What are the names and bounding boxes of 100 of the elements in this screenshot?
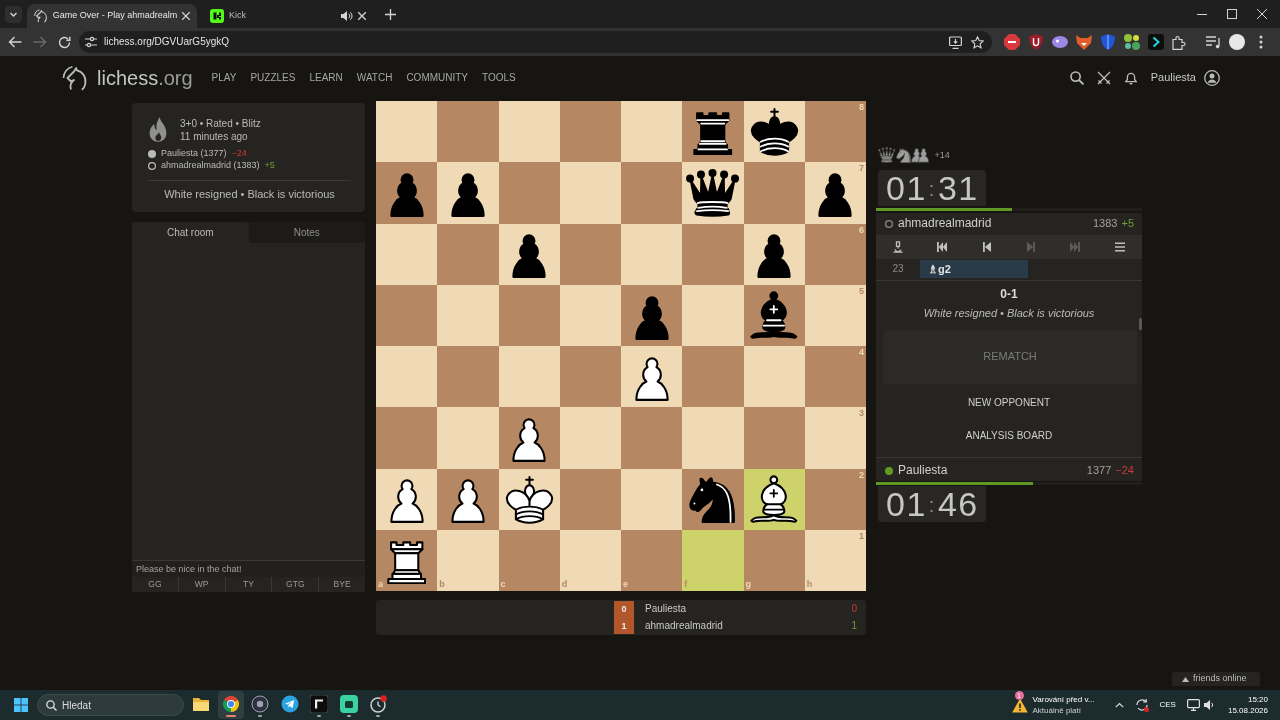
friends-online-button[interactable]: friends online bbox=[1172, 672, 1260, 686]
preset-message-button[interactable]: BYE bbox=[318, 577, 365, 592]
taskbar-app-button[interactable] bbox=[217, 691, 244, 719]
taskbar-search-field[interactable]: Hledat bbox=[37, 694, 184, 716]
close-icon[interactable] bbox=[358, 12, 366, 20]
player-link[interactable]: ahmadrealmadrid (1383) bbox=[161, 160, 260, 172]
star-icon[interactable] bbox=[971, 35, 984, 49]
step-back-icon[interactable] bbox=[980, 241, 993, 253]
nav-link[interactable]: LEARN bbox=[309, 71, 343, 85]
new-opponent-button[interactable]: NEW OPPONENT bbox=[876, 388, 1142, 418]
crossed-swords-icon[interactable] bbox=[1096, 71, 1111, 85]
input-language[interactable]: CES bbox=[1159, 700, 1176, 710]
player-link[interactable]: Pauliesta (1377) bbox=[161, 148, 227, 160]
minimize-icon[interactable] bbox=[1197, 13, 1207, 15]
knight-icon bbox=[34, 9, 48, 23]
playlist-icon[interactable] bbox=[1206, 35, 1221, 49]
speaker-icon[interactable] bbox=[1203, 700, 1215, 710]
player-rating: 1377 bbox=[1086, 463, 1112, 478]
player-link[interactable]: ahmadrealmadrid bbox=[645, 619, 723, 632]
speaker-icon[interactable] bbox=[341, 11, 353, 21]
player-rating: 1383 bbox=[1092, 216, 1118, 231]
microscope-icon[interactable] bbox=[892, 241, 905, 253]
rating-change: −24 bbox=[1115, 463, 1134, 478]
chevron-up-icon[interactable] bbox=[1114, 702, 1124, 708]
notifications-bell-icon[interactable] bbox=[1124, 71, 1137, 85]
user-menu-link[interactable]: Pauliesta bbox=[1150, 71, 1196, 85]
weather-alert-title[interactable]: Varování před v... bbox=[1032, 694, 1095, 705]
stop-sign-icon[interactable] bbox=[1004, 34, 1020, 50]
user-icon[interactable] bbox=[1204, 70, 1220, 86]
start-icon[interactable] bbox=[14, 698, 28, 712]
dots-icon[interactable] bbox=[1124, 34, 1140, 50]
address-bar-url[interactable]: lichess.org/DGVUarG5ygkQ bbox=[104, 35, 230, 49]
board-coordinate: a bbox=[378, 580, 383, 589]
chat-tab[interactable]: Chat room bbox=[132, 222, 249, 243]
blob-icon[interactable] bbox=[1052, 36, 1068, 48]
close-icon[interactable] bbox=[1257, 9, 1267, 19]
maximize-icon[interactable] bbox=[1227, 9, 1237, 19]
browser-tab[interactable]: Game Over - Play ahmadrealm bbox=[27, 4, 197, 28]
back-icon[interactable] bbox=[8, 36, 22, 48]
weather-alert-subtitle: Aktuálně platí bbox=[1032, 705, 1082, 716]
more-options-icon[interactable] bbox=[1259, 35, 1263, 49]
board-coordinate: d bbox=[561, 580, 568, 589]
move-entry[interactable]: ♗g2 bbox=[920, 260, 1028, 278]
reload-icon[interactable] bbox=[58, 35, 71, 49]
game-score: 0 bbox=[614, 601, 634, 618]
board-coordinate: e bbox=[623, 580, 628, 589]
search-icon[interactable] bbox=[1069, 71, 1084, 85]
chat-input[interactable]: Please be nice in the chat! bbox=[132, 560, 365, 577]
install-icon[interactable] bbox=[949, 35, 962, 49]
taskbar-date[interactable]: 15.08.2026 bbox=[1227, 705, 1268, 716]
monitor-icon[interactable] bbox=[1186, 699, 1200, 711]
nav-link[interactable]: COMMUNITY bbox=[406, 71, 469, 85]
shield-icon[interactable] bbox=[1028, 34, 1044, 50]
plus-icon[interactable] bbox=[385, 8, 396, 20]
sync-icon[interactable] bbox=[1134, 698, 1149, 712]
site-settings-icon[interactable] bbox=[85, 36, 97, 48]
game-type: 3+0 • Rated • Blitz bbox=[180, 117, 261, 130]
player-link[interactable]: Pauliesta bbox=[898, 463, 948, 478]
nav-link[interactable]: PUZZLES bbox=[250, 71, 296, 85]
preset-message-button[interactable]: GG bbox=[132, 577, 178, 592]
menu-icon[interactable] bbox=[1113, 241, 1126, 253]
pawn-icon bbox=[911, 148, 923, 163]
move-number: 23 bbox=[891, 262, 905, 276]
fox-icon[interactable] bbox=[1076, 34, 1092, 50]
board-coordinate: g bbox=[745, 580, 751, 589]
puzzle-icon[interactable] bbox=[1172, 34, 1187, 50]
dot-icon bbox=[148, 150, 156, 158]
nav-link[interactable]: PLAY bbox=[211, 71, 237, 85]
board-coordinate: 6 bbox=[859, 225, 864, 235]
player-link[interactable]: Pauliesta bbox=[645, 603, 687, 616]
chevron-icon[interactable] bbox=[1148, 34, 1164, 50]
material-advantage: +14 bbox=[934, 150, 950, 160]
score-total: 0 bbox=[851, 603, 857, 616]
board-coordinate: 7 bbox=[859, 164, 864, 174]
nav-link[interactable]: TOOLS bbox=[482, 71, 516, 85]
close-icon[interactable] bbox=[182, 12, 190, 20]
result-text: White resigned • Black is victorious bbox=[923, 307, 1095, 320]
skip-back-icon[interactable] bbox=[936, 241, 949, 253]
search-icon bbox=[46, 699, 57, 711]
home-logo-link[interactable]: lichess.org bbox=[62, 65, 193, 91]
warning-icon[interactable] bbox=[1011, 697, 1028, 713]
player-link[interactable]: ahmadrealmadrid bbox=[898, 216, 992, 231]
timer-icon bbox=[369, 695, 387, 713]
board-coordinate: h bbox=[806, 580, 813, 589]
avatar-icon[interactable] bbox=[1229, 34, 1245, 50]
preset-message-button[interactable]: TY bbox=[224, 577, 272, 592]
chevron-down-icon[interactable] bbox=[5, 5, 22, 23]
chat-tab[interactable]: Notes bbox=[248, 222, 365, 243]
board-coordinate: 2 bbox=[859, 470, 864, 480]
app-icon bbox=[339, 695, 358, 713]
browser-tab[interactable]: Kick bbox=[203, 4, 373, 28]
rating-change: +5 bbox=[264, 160, 275, 172]
board-coordinate: b bbox=[439, 580, 445, 589]
analysis-board-button[interactable]: ANALYSIS BOARD bbox=[876, 421, 1142, 451]
taskbar-time[interactable]: 15:20 bbox=[1227, 694, 1268, 705]
board-coordinate: 5 bbox=[859, 286, 864, 296]
preset-message-button[interactable]: GTG bbox=[271, 577, 319, 592]
preset-message-button[interactable]: WP bbox=[177, 577, 225, 592]
browser-icon bbox=[221, 695, 240, 713]
nav-link[interactable]: WATCH bbox=[356, 71, 393, 85]
